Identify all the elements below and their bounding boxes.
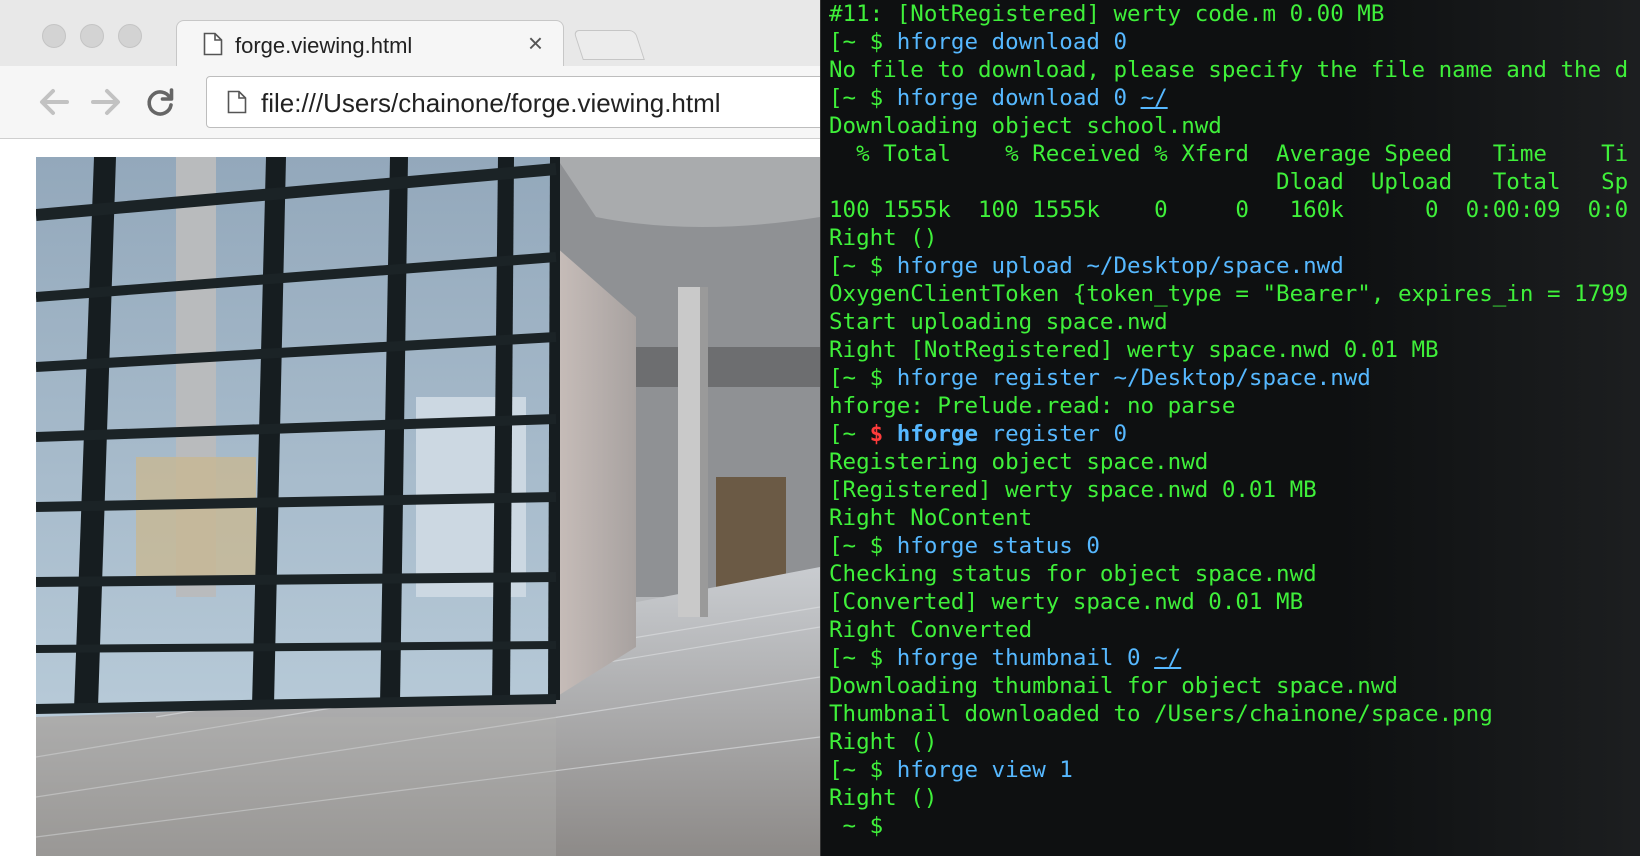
command-text: hforge status 0 — [896, 533, 1100, 559]
shell-prompt: [~ $ — [829, 85, 897, 111]
terminal-command-line: ~ $ — [829, 812, 1640, 840]
output-text: Registering object space.nwd — [829, 449, 1209, 475]
forward-button[interactable] — [86, 82, 126, 122]
back-button[interactable] — [34, 82, 74, 122]
output-text: No file to download, please specify the … — [829, 57, 1629, 83]
command-text: hforge view 1 — [896, 757, 1073, 783]
output-text: #11: [NotRegistered] werty code.m 0.00 M… — [829, 1, 1385, 27]
page-content — [0, 139, 820, 856]
back-icon — [40, 89, 69, 115]
reload-icon — [147, 88, 174, 116]
url-text: file:///Users/chainone/forge.viewing.htm… — [261, 88, 721, 118]
tab-close-button[interactable]: × — [528, 30, 543, 56]
command-text: hforge download 0 — [896, 85, 1141, 111]
shell-prompt: [~ $ — [829, 365, 897, 391]
terminal-output-line: Dload Upload Total Sp — [829, 168, 1640, 196]
terminal-output-line: [Converted] werty space.nwd 0.01 MB — [829, 588, 1640, 616]
browser-tab[interactable]: forge.viewing.html × — [176, 20, 564, 67]
output-text: Thumbnail downloaded to /Users/chainone/… — [829, 701, 1493, 727]
terminal-command-line: [~ $ hforge download 0 ~/ — [829, 84, 1640, 112]
terminal-output-line: Thumbnail downloaded to /Users/chainone/… — [829, 700, 1640, 728]
command-text: hforge register ~/Desktop/space.nwd — [896, 365, 1371, 391]
page-info-icon — [227, 90, 247, 114]
shell-prompt: [~ $ — [829, 253, 897, 279]
terminal-output: #11: [NotRegistered] werty code.m 0.00 M… — [829, 0, 1640, 840]
shell-prompt: [~ $ — [829, 645, 897, 671]
address-bar[interactable]: file:///Users/chainone/forge.viewing.htm… — [206, 76, 826, 128]
terminal-output-line: Right () — [829, 784, 1640, 812]
output-text: OxygenClientToken {token_type = "Bearer"… — [829, 281, 1629, 307]
terminal-output-line: hforge: Prelude.read: no parse — [829, 392, 1640, 420]
shell-prompt: [~ $ — [829, 29, 897, 55]
output-text: Right () — [829, 785, 938, 811]
shell-prompt: [~ $ — [829, 757, 897, 783]
terminal-window[interactable]: #11: [NotRegistered] werty code.m 0.00 M… — [820, 0, 1640, 856]
browser-toolbar: file:///Users/chainone/forge.viewing.htm… — [0, 66, 826, 139]
terminal-output-line: Downloading thumbnail for object space.n… — [829, 672, 1640, 700]
terminal-output-line: Registering object space.nwd — [829, 448, 1640, 476]
tab-bar: forge.viewing.html × — [0, 0, 820, 67]
terminal-command-line: [~ $ hforge view 1 — [829, 756, 1640, 784]
new-tab-button[interactable] — [573, 30, 645, 60]
prompt-dollar-alert: $ — [869, 421, 897, 447]
output-text: 100 1555k 100 1555k 0 0 160k 0 0:00:09 0… — [829, 197, 1629, 223]
browser-window: forge.viewing.html × file:///Users/chain… — [0, 0, 826, 856]
terminal-output-line: #11: [NotRegistered] werty code.m 0.00 M… — [829, 0, 1640, 28]
tab-title: forge.viewing.html — [235, 33, 413, 58]
close-window-button[interactable] — [42, 24, 66, 48]
command-text: hforge upload ~/Desktop/space.nwd — [896, 253, 1344, 279]
terminal-output-line: [Registered] werty space.nwd 0.01 MB — [829, 476, 1640, 504]
output-text: Dload Upload Total Sp — [829, 169, 1629, 195]
terminal-output-line: Right NoContent — [829, 504, 1640, 532]
output-text: [Registered] werty space.nwd 0.01 MB — [829, 477, 1317, 503]
terminal-output-line: 100 1555k 100 1555k 0 0 160k 0 0:00:09 0… — [829, 196, 1640, 224]
terminal-output-line: Right Converted — [829, 616, 1640, 644]
shell-prompt: ~ $ — [829, 813, 897, 839]
terminal-output-line: Start uploading space.nwd — [829, 308, 1640, 336]
terminal-command-line: [~ $ hforge status 0 — [829, 532, 1640, 560]
reload-button[interactable] — [140, 82, 180, 122]
command-text: hforge download 0 — [896, 29, 1128, 55]
output-text: Right Converted — [829, 617, 1033, 643]
terminal-command-line: [~ $ hforge thumbnail 0 ~/ — [829, 644, 1640, 672]
output-text: Start uploading space.nwd — [829, 309, 1168, 335]
maximize-window-button[interactable] — [118, 24, 142, 48]
output-text: hforge: Prelude.read: no parse — [829, 393, 1236, 419]
terminal-output-line: No file to download, please specify the … — [829, 56, 1640, 84]
forward-icon — [91, 89, 120, 115]
command-path-arg: ~/ — [1140, 85, 1168, 111]
3d-model-viewer[interactable] — [36, 157, 820, 856]
terminal-output-line: % Total % Received % Xferd Average Speed… — [829, 140, 1640, 168]
terminal-output-line: OxygenClientToken {token_type = "Bearer"… — [829, 280, 1640, 308]
output-text: Downloading object school.nwd — [829, 113, 1222, 139]
output-text: [Converted] werty space.nwd 0.01 MB — [829, 589, 1304, 615]
terminal-output-line: Right () — [829, 728, 1640, 756]
output-text: Right () — [829, 729, 938, 755]
terminal-command-line: [~ $ hforge register ~/Desktop/space.nwd — [829, 364, 1640, 392]
command-text-bold: hforge — [896, 421, 979, 447]
terminal-output-line: Right [NotRegistered] werty space.nwd 0.… — [829, 336, 1640, 364]
terminal-command-line: [~ $ hforge register 0 — [829, 420, 1640, 448]
terminal-command-line: [~ $ hforge upload ~/Desktop/space.nwd — [829, 252, 1640, 280]
output-text: Right NoContent — [829, 505, 1033, 531]
shell-prompt: [~ $ — [829, 533, 897, 559]
terminal-output-line: Downloading object school.nwd — [829, 112, 1640, 140]
terminal-command-line: [~ $ hforge download 0 — [829, 28, 1640, 56]
minimize-window-button[interactable] — [80, 24, 104, 48]
output-text: Checking status for object space.nwd — [829, 561, 1317, 587]
output-text: % Total % Received % Xferd Average Speed… — [829, 141, 1629, 167]
command-text: register 0 — [978, 421, 1128, 447]
terminal-output-line: Right () — [829, 224, 1640, 252]
output-text: Right () — [829, 225, 938, 251]
command-text: hforge thumbnail 0 — [896, 645, 1155, 671]
document-icon — [203, 32, 223, 56]
terminal-output-line: Checking status for object space.nwd — [829, 560, 1640, 588]
command-path-arg: ~/ — [1154, 645, 1182, 671]
output-text: Downloading thumbnail for object space.n… — [829, 673, 1398, 699]
output-text: Right [NotRegistered] werty space.nwd 0.… — [829, 337, 1439, 363]
shell-prompt: [~ — [829, 421, 870, 447]
